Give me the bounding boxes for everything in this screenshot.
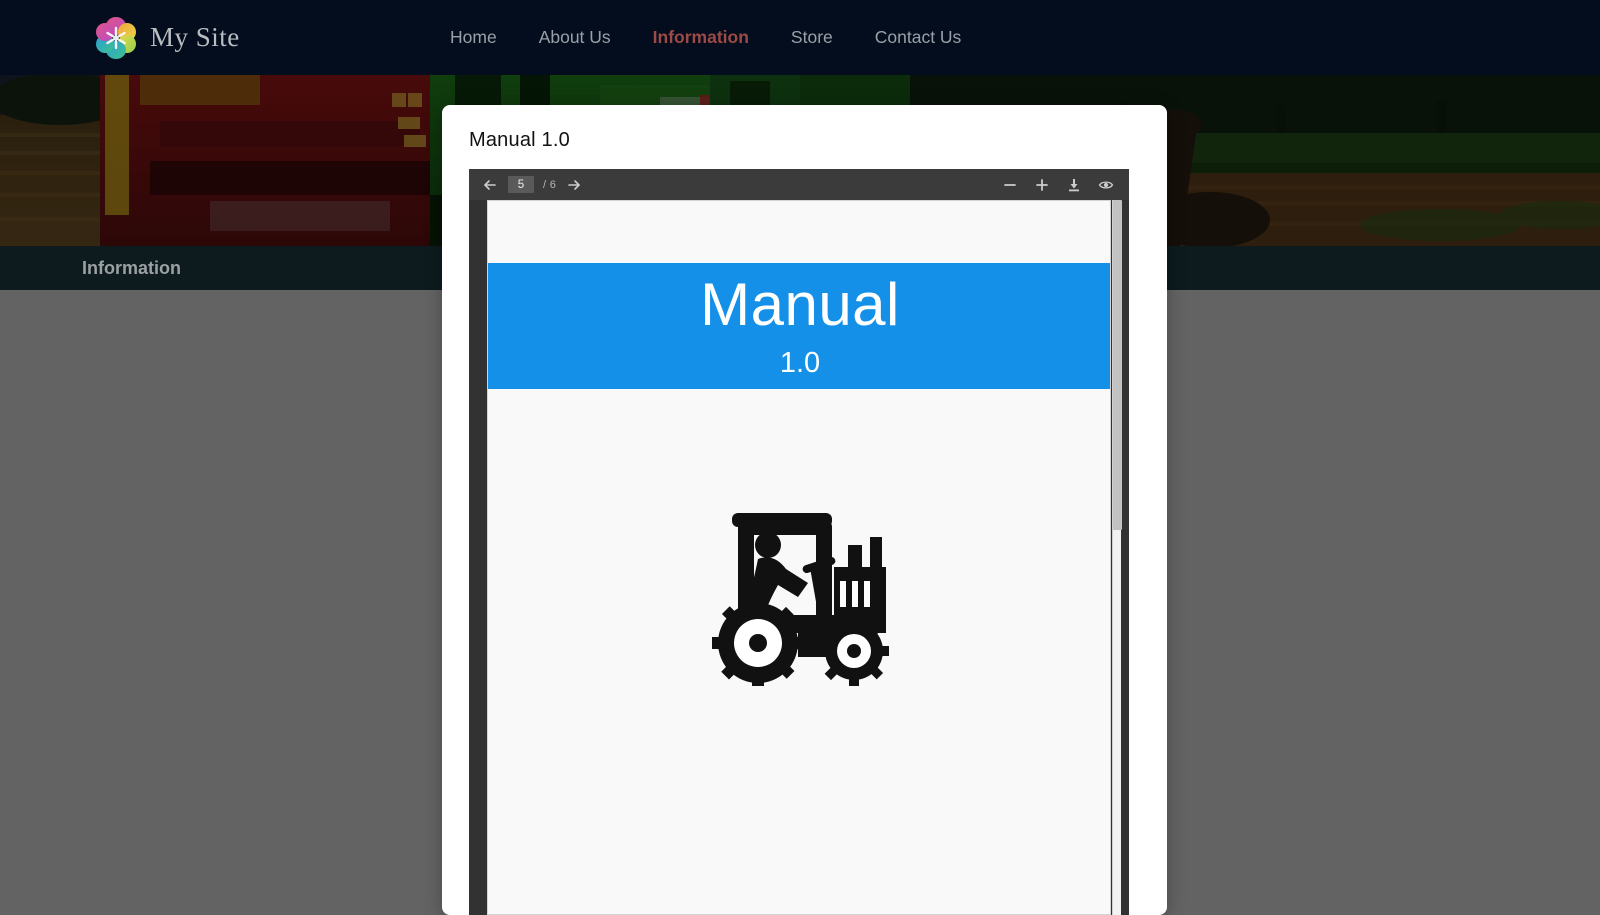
pdf-illustration — [488, 511, 1110, 686]
plus-icon[interactable] — [1033, 176, 1051, 194]
brand-name: My Site — [150, 22, 240, 52]
pdf-viewer: / 6 — [469, 169, 1129, 915]
flower-hex-logo-icon — [96, 16, 136, 60]
page-number-input[interactable] — [508, 176, 534, 193]
site-header: My Site Home About Us Information Store … — [0, 0, 1600, 75]
page-count-label: / 6 — [543, 178, 557, 191]
arrow-right-icon[interactable] — [565, 176, 583, 194]
nav-item-home[interactable]: Home — [442, 23, 505, 52]
tractor-icon — [712, 513, 889, 686]
main-navigation: Home About Us Information Store Contact … — [442, 23, 969, 52]
pdf-page: Manual 1.0 — [487, 200, 1111, 915]
pdf-toolbar: / 6 — [469, 169, 1129, 200]
arrow-left-icon[interactable] — [481, 176, 499, 194]
brand-logo[interactable]: My Site — [96, 16, 396, 60]
modal-title: Manual 1.0 — [469, 129, 570, 151]
eye-icon[interactable] — [1097, 176, 1115, 194]
pdf-scrollbar-thumb[interactable] — [1113, 200, 1122, 530]
pdf-document-title: Manual — [700, 270, 900, 338]
nav-item-store[interactable]: Store — [783, 23, 841, 52]
download-icon[interactable] — [1065, 176, 1083, 194]
nav-item-about-us[interactable]: About Us — [531, 23, 619, 52]
document-modal: Manual 1.0 / 6 — [442, 105, 1167, 915]
pdf-scrollbar[interactable] — [1112, 200, 1122, 915]
pdf-document-version: 1.0 — [779, 346, 821, 379]
pdf-title-banner: Manual 1.0 — [488, 263, 1110, 389]
minus-icon[interactable] — [1001, 176, 1019, 194]
nav-item-contact-us[interactable]: Contact Us — [867, 23, 970, 52]
section-title: Information — [82, 257, 181, 278]
nav-item-information[interactable]: Information — [645, 23, 757, 52]
